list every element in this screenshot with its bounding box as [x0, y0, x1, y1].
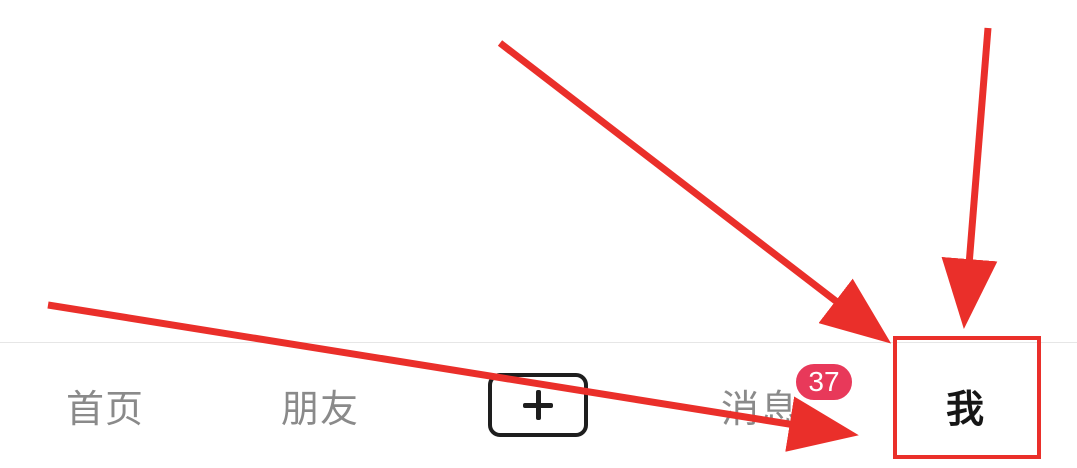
message-count-badge: 37	[793, 361, 855, 403]
tab-home[interactable]: 首页	[40, 343, 170, 468]
tab-friends[interactable]: 朋友	[255, 343, 385, 468]
plus-icon	[523, 390, 553, 420]
bottom-tab-bar: 首页 朋友 消息 37 我	[0, 342, 1077, 468]
tab-me[interactable]: 我	[893, 343, 1038, 468]
arrow-top-right	[941, 27, 998, 329]
create-button[interactable]	[488, 373, 588, 437]
app-screen: 首页 朋友 消息 37 我	[0, 0, 1077, 468]
arrow-top-center	[497, 40, 892, 344]
